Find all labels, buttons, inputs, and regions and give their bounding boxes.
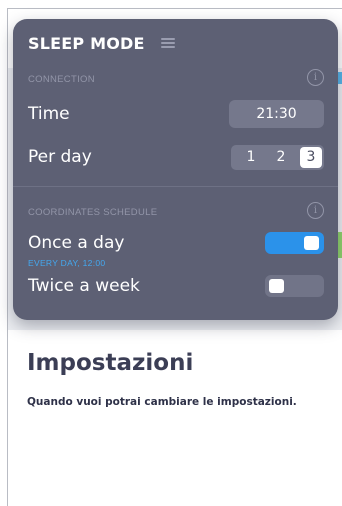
once-a-day-toggle[interactable] (265, 232, 324, 254)
per-day-selector: 1 2 3 (231, 145, 324, 170)
once-a-day-sublabel: EVERY DAY, 12:00 (28, 258, 106, 268)
per-day-option-3[interactable]: 3 (300, 147, 322, 168)
once-a-day-label: Once a day (28, 233, 125, 253)
toggle-knob (269, 279, 284, 293)
per-day-option-1[interactable]: 1 (240, 147, 262, 168)
toggle-knob (304, 236, 319, 250)
hamburger-menu-icon[interactable] (160, 38, 175, 48)
twice-a-week-toggle[interactable] (265, 275, 324, 297)
schedule-section-label: COORDINATES SCHEDULE (28, 207, 158, 218)
connection-section-label: CONNECTION (28, 74, 95, 85)
time-field[interactable]: 21:30 (229, 100, 324, 128)
connection-info-icon[interactable]: i (307, 69, 324, 86)
twice-a-week-label: Twice a week (28, 276, 140, 296)
per-day-option-2[interactable]: 2 (270, 147, 292, 168)
page-description: Quando vuoi potrai cambiare le impostazi… (27, 396, 297, 408)
panel-title: SLEEP MODE (28, 33, 145, 53)
schedule-info-icon[interactable]: i (307, 202, 324, 219)
per-day-label: Per day (28, 147, 92, 167)
page-title: Impostazioni (27, 350, 194, 376)
sleep-mode-panel: SLEEP MODE CONNECTION i Time 21:30 Per d… (13, 19, 338, 320)
section-divider (13, 186, 338, 187)
time-label: Time (28, 104, 70, 124)
panel-header: SLEEP MODE (28, 33, 175, 53)
